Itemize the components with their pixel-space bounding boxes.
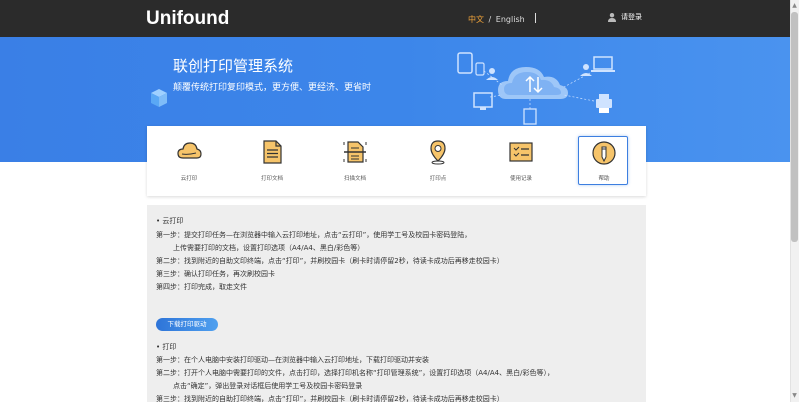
print-step-3: 第三步：找到附近的自助打印终端，点击“打印”，并刷校园卡（刷卡时请停留2秒，待读… bbox=[156, 395, 504, 402]
help-pencil-icon bbox=[592, 141, 616, 165]
section-title-print: • 打印 bbox=[156, 343, 177, 351]
card-label: 打印文档 bbox=[260, 176, 283, 182]
card-label: 使用记录 bbox=[509, 176, 532, 182]
cube-icon bbox=[151, 89, 167, 107]
unifound-logo[interactable]: Unifound bbox=[146, 8, 229, 30]
lang-zh-link[interactable]: 中文 bbox=[468, 15, 484, 24]
card-cloud-print[interactable]: 云打印 bbox=[164, 126, 214, 196]
location-pin-icon bbox=[430, 140, 446, 165]
print-step-2: 第二步：打开个人电脑中需要打印的文件，点击打印，选择打印机名称“打印管理系统”，… bbox=[156, 369, 554, 377]
scan-document-icon bbox=[343, 141, 367, 163]
print-step-1: 第一步：在个人电脑中安装打印驱动—在浏览器中输入云打印地址，下载打印驱动并安装 bbox=[156, 356, 429, 364]
cloud-print-icon bbox=[177, 142, 202, 159]
section-title-cloud-print: • 云打印 bbox=[156, 217, 184, 225]
banner-subtitle: 颠覆传统打印复印模式，更方便、更经济、更省时 bbox=[173, 83, 372, 93]
login-label: 请登录 bbox=[621, 13, 642, 21]
card-print-point[interactable]: 打印点 bbox=[413, 126, 463, 196]
lang-en-link[interactable]: English bbox=[496, 15, 525, 24]
language-switcher: 中文 / English bbox=[468, 13, 537, 25]
card-label: 帮助 bbox=[598, 176, 610, 182]
lang-separator: / bbox=[488, 15, 492, 24]
scrollbar-thumb[interactable] bbox=[791, 12, 798, 242]
card-scan-document[interactable]: 扫描文档 bbox=[330, 126, 380, 196]
help-content-panel: • 云打印 第一步：提交打印任务—在浏览器中输入云打印地址，点击“云打印”，使用… bbox=[147, 205, 646, 402]
scroll-up-arrow-icon[interactable]: ▲ bbox=[791, 2, 798, 10]
cloud-devices-illustration bbox=[457, 52, 615, 125]
login-link[interactable]: 请登录 bbox=[607, 12, 642, 22]
card-usage-records[interactable]: 使用记录 bbox=[496, 126, 546, 196]
card-label: 打印点 bbox=[429, 176, 447, 182]
cloud-step-4: 第四步：打印完成，取走文件 bbox=[156, 283, 247, 291]
banner-title: 联创打印管理系统 bbox=[173, 57, 294, 75]
feature-card-bar: 云打印 打印文档 扫描文档 打印点 使用记录 帮助 bbox=[147, 126, 646, 196]
divider bbox=[535, 13, 537, 23]
cloud-step-1-cont: 上传需要打印的文档，设置打印选项（A4/A4、黑白/彩色等） bbox=[173, 244, 365, 252]
document-icon bbox=[263, 140, 282, 164]
records-icon bbox=[509, 142, 533, 162]
cloud-step-3: 第三步：确认打印任务，再次刷校园卡 bbox=[156, 270, 275, 278]
print-step-2-cont: 点击“确定”，弹出登录对话框后使用学工号及校园卡密码登录 bbox=[173, 382, 363, 390]
scroll-down-arrow-icon[interactable]: ▼ bbox=[791, 392, 798, 400]
card-help[interactable]: 帮助 bbox=[578, 136, 628, 185]
user-icon bbox=[608, 13, 616, 22]
card-label: 云打印 bbox=[180, 176, 198, 182]
download-driver-button[interactable]: 下载打印驱动 bbox=[156, 318, 218, 331]
cloud-step-1: 第一步：提交打印任务—在浏览器中输入云打印地址，点击“云打印”，使用学工号及校园… bbox=[156, 231, 472, 239]
top-nav-bar: Unifound 中文 / English 请登录 bbox=[0, 0, 790, 37]
card-label: 扫描文档 bbox=[343, 176, 366, 182]
cloud-step-2: 第二步：找到附近的自助文印终端，点击“打印”，并刷校园卡（刷卡时请停留2秒，待读… bbox=[156, 257, 504, 265]
card-print-document[interactable]: 打印文档 bbox=[247, 126, 297, 196]
vertical-scrollbar[interactable]: ▲ ▼ bbox=[790, 0, 799, 402]
